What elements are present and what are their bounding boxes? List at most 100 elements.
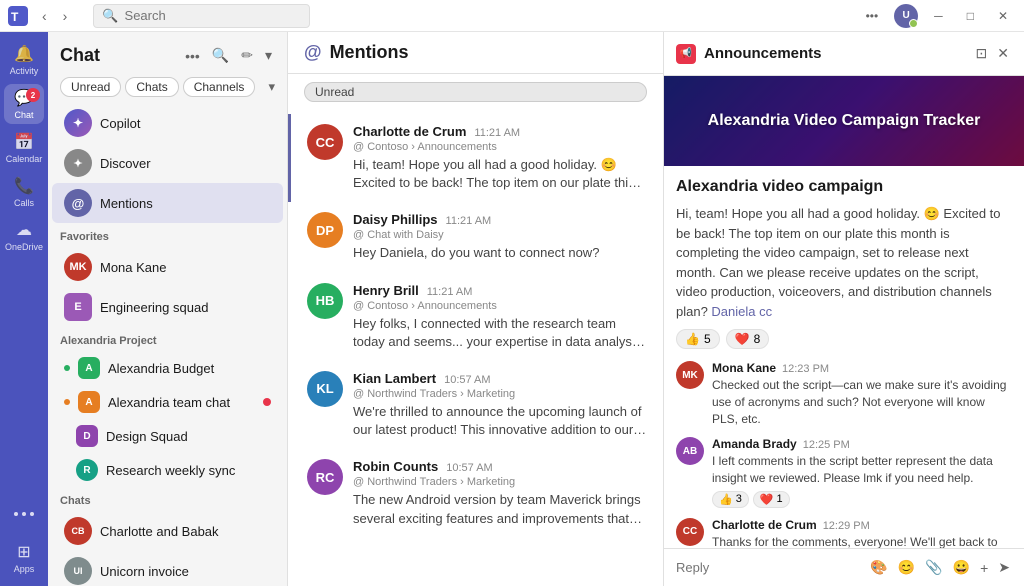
activity-label: Activity <box>10 66 39 76</box>
reaction-heart[interactable]: ❤️ 8 <box>726 329 770 349</box>
announcements-popout-button[interactable]: ⊡ <box>973 42 991 65</box>
apps-label: Apps <box>14 564 35 574</box>
msg-avatar: RC <box>307 459 343 495</box>
svg-text:T: T <box>11 10 19 24</box>
chat-item-unicorn[interactable]: UI Unicorn invoice <box>52 551 283 586</box>
chat-item-design[interactable]: D Design Squad <box>52 419 283 453</box>
filter-chevron-icon[interactable]: ▾ <box>268 79 275 95</box>
chat-item-engineering[interactable]: E Engineering squad <box>52 287 283 327</box>
reply-time: 12:23 PM <box>782 363 829 375</box>
sidebar-item-more[interactable] <box>4 494 44 534</box>
back-button[interactable]: ‹ <box>36 6 53 26</box>
minimize-button[interactable]: ─ <box>926 5 951 27</box>
filter-tab-unread[interactable]: Unread <box>60 77 121 97</box>
reply-text: Checked out the script—can we make sure … <box>712 377 1012 427</box>
message-item[interactable]: DP Daisy Phillips 11:21 AM @ Chat with D… <box>288 202 663 272</box>
user-avatar[interactable]: U <box>894 4 918 28</box>
more-button[interactable]: ••• <box>858 5 887 27</box>
msg-header: Robin Counts 10:57 AM <box>353 459 647 474</box>
filter-tabs: Unread Chats Channels ▾ <box>48 73 287 103</box>
emoji-face-button[interactable]: 😊 <box>896 557 917 578</box>
emoji-button[interactable]: 🎨 <box>868 557 889 578</box>
filter-tab-chats[interactable]: Chats <box>125 77 178 97</box>
chat-item-charlotte-babak[interactable]: CB Charlotte and Babak <box>52 511 283 551</box>
gif-button[interactable]: 📎 <box>923 557 944 578</box>
chat-expand-button[interactable]: ▾ <box>262 44 275 67</box>
chat-compose-button[interactable]: ✏ <box>238 44 256 67</box>
alex-budget-dot <box>64 365 70 371</box>
message-item[interactable]: KL Kian Lambert 10:57 AM @ Northwind Tra… <box>288 361 663 449</box>
onedrive-icon: ☁ <box>16 220 32 240</box>
announcements-banner: Alexandria Video Campaign Tracker <box>664 76 1024 166</box>
chats-section-label: Chats <box>48 487 287 511</box>
at-icon: @ <box>304 42 322 63</box>
chat-item-mona[interactable]: MK Mona Kane <box>52 247 283 287</box>
chat-item-research[interactable]: R Research weekly sync <box>52 453 283 487</box>
msg-content: Kian Lambert 10:57 AM @ Northwind Trader… <box>353 371 647 439</box>
reply-reaction-heart[interactable]: ❤️ 1 <box>753 491 790 508</box>
chat-search-button[interactable]: 🔍 <box>209 44 232 67</box>
msg-sender: Daisy Phillips <box>353 212 438 227</box>
chat-sidebar-title: Chat <box>60 45 100 66</box>
alex-team-avatar: A <box>78 391 100 413</box>
chat-item-copilot[interactable]: ✦ Copilot <box>52 103 283 143</box>
filter-tab-channels[interactable]: Channels <box>183 77 256 97</box>
mentions-panel: @ Mentions Unread CC Charlotte de Crum 1… <box>288 32 664 586</box>
thumbs-count: 3 <box>736 493 742 505</box>
sidebar-item-apps[interactable]: ⊞ Apps <box>4 538 44 578</box>
reply-avatar: MK <box>676 361 704 389</box>
chat-label: Chat <box>14 110 33 120</box>
chat-item-mentions[interactable]: @ Mentions <box>52 183 283 223</box>
mentions-avatar: @ <box>64 189 92 217</box>
sidebar-item-calls[interactable]: 📞 Calls <box>4 172 44 212</box>
research-name: Research weekly sync <box>106 463 271 478</box>
unicorn-name: Unicorn invoice <box>100 564 271 579</box>
ann-post-text: Hi, team! Hope you all had a good holida… <box>676 204 1012 321</box>
msg-avatar: DP <box>307 212 343 248</box>
mentions-header: @ Mentions <box>288 32 663 74</box>
maximize-button[interactable]: □ <box>959 5 982 27</box>
msg-header: Charlotte de Crum 11:21 AM <box>353 124 647 139</box>
thumbs-up-emoji: 👍 <box>685 332 700 346</box>
msg-channel: @ Northwind Traders › Marketing <box>353 388 647 400</box>
chat-more-button[interactable]: ••• <box>182 45 203 67</box>
mentions-title: Mentions <box>330 42 409 63</box>
calendar-label: Calendar <box>6 154 43 164</box>
announcements-close-button[interactable]: ✕ <box>994 42 1012 65</box>
reply-reaction-thumbs[interactable]: 👍 3 <box>712 491 749 508</box>
reply-avatar: AB <box>676 437 704 465</box>
add-button[interactable]: + <box>978 558 990 578</box>
search-input[interactable] <box>125 8 301 23</box>
message-item[interactable]: RC Robin Counts 10:57 AM @ Northwind Tra… <box>288 449 663 537</box>
avatar-initials: U <box>903 10 910 21</box>
message-item[interactable]: HB Henry Brill 11:21 AM @ Contoso › Anno… <box>288 273 663 361</box>
sidebar-item-calendar[interactable]: 📅 Calendar <box>4 128 44 168</box>
reply-actions: 🎨 😊 📎 😀 + ➤ <box>868 557 1012 578</box>
sidebar-item-chat[interactable]: 💬 Chat 2 <box>4 84 44 124</box>
msg-content: Charlotte de Crum 11:21 AM @ Contoso › A… <box>353 124 647 192</box>
forward-button[interactable]: › <box>57 6 74 26</box>
close-button[interactable]: ✕ <box>990 5 1016 27</box>
reply-header: Amanda Brady 12:25 PM <box>712 437 1012 451</box>
send-button[interactable]: ➤ <box>996 557 1012 578</box>
sidebar-item-onedrive[interactable]: ☁ OneDrive <box>4 216 44 256</box>
calls-icon: 📞 <box>14 176 34 196</box>
reply-item: CC Charlotte de Crum 12:29 PM Thanks for… <box>676 518 1012 548</box>
sticker-button[interactable]: 😀 <box>951 557 972 578</box>
reply-text: Thanks for the comments, everyone! We'll… <box>712 534 1012 548</box>
reply-item: AB Amanda Brady 12:25 PM I left comments… <box>676 437 1012 508</box>
sidebar-item-activity[interactable]: 🔔 Activity <box>4 40 44 80</box>
copilot-avatar: ✦ <box>64 109 92 137</box>
reply-input[interactable] <box>676 560 868 575</box>
chat-item-discover[interactable]: ✦ Discover <box>52 143 283 183</box>
reply-text: I left comments in the script better rep… <box>712 453 1012 487</box>
chat-item-alex-budget[interactable]: A Alexandria Budget <box>52 351 283 385</box>
reaction-thumbs-up[interactable]: 👍 5 <box>676 329 720 349</box>
ann-reactions: 👍 5 ❤️ 8 <box>676 329 1012 349</box>
mona-name: Mona Kane <box>100 260 271 275</box>
chat-item-alex-team[interactable]: A Alexandria team chat <box>52 385 283 419</box>
msg-text: Hey Daniela, do you want to connect now? <box>353 244 647 262</box>
unread-pill[interactable]: Unread <box>304 82 647 102</box>
message-item[interactable]: CC Charlotte de Crum 11:21 AM @ Contoso … <box>288 114 663 202</box>
ann-post-title: Alexandria video campaign <box>676 178 1012 196</box>
